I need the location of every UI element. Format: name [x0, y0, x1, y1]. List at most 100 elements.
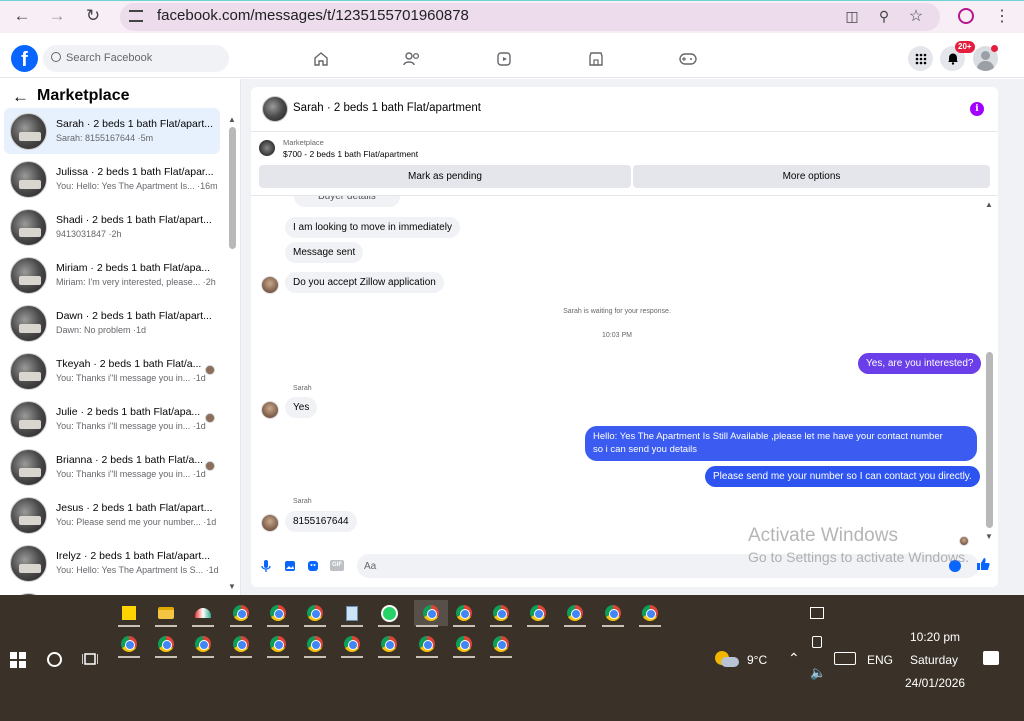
chrome-app-icon[interactable]: [302, 631, 328, 658]
chrome-app-icon[interactable]: [190, 631, 216, 658]
chrome-app-icon[interactable]: [451, 631, 477, 658]
message-bubble-sent: Please send me your number so I can cont…: [705, 466, 980, 487]
back-arrow-icon[interactable]: ←: [12, 87, 29, 107]
url-text[interactable]: facebook.com/messages/t/1235155701960878: [157, 7, 469, 24]
chrome-app-icon[interactable]: [228, 600, 254, 627]
chat-listing-avatar[interactable]: [262, 96, 288, 122]
sender-avatar[interactable]: [261, 276, 279, 294]
file-explorer-icon[interactable]: [153, 600, 179, 627]
conversation-item[interactable]: Jesus · 2 beds 1 bath Flat/apart... You: …: [4, 492, 220, 538]
like-thumb-icon[interactable]: [976, 557, 990, 574]
chrome-app-icon[interactable]: [265, 631, 291, 658]
volume-icon[interactable]: 🔈: [810, 665, 826, 681]
notepad-icon[interactable]: [339, 600, 365, 627]
sticker-icon[interactable]: [307, 560, 319, 575]
message-bubble-sent: Yes, are you interested?: [858, 353, 982, 374]
chrome-app-icon[interactable]: [600, 600, 626, 627]
conversation-item[interactable]: Shadi · 2 beds 1 bath Flat/apart... 94130…: [4, 204, 220, 250]
gif-icon[interactable]: GIF: [330, 560, 344, 571]
forward-icon[interactable]: →: [45, 4, 69, 28]
site-settings-icon[interactable]: [129, 10, 143, 22]
conversation-item[interactable]: Tkeyah · 2 beds 1 bath Flat/a... You: Tha…: [4, 348, 220, 394]
back-icon[interactable]: ←: [10, 4, 34, 28]
listing-avatar: [10, 305, 47, 342]
listing-title[interactable]: $700 - 2 beds 1 bath Flat/apartment: [283, 149, 418, 159]
network-icon[interactable]: [810, 607, 824, 619]
menu-dots-icon[interactable]: ⋮: [990, 4, 1014, 28]
meet-now-icon[interactable]: [812, 636, 822, 648]
chrome-app-icon[interactable]: [637, 600, 663, 627]
chrome-app-icon[interactable]: [451, 600, 477, 627]
chrome-app-icon[interactable]: [339, 631, 365, 658]
clock-time[interactable]: 10:20 pm: [910, 630, 960, 644]
sidebar-scrollbar[interactable]: [229, 127, 236, 249]
notification-center-icon[interactable]: [983, 651, 999, 665]
sticky-notes-icon[interactable]: [116, 600, 142, 627]
conversation-item[interactable]: Julie · 2 beds 1 bath Flat/apa... You: Th…: [4, 396, 220, 442]
profile-icon[interactable]: [954, 4, 978, 28]
chrome-app-icon[interactable]: [116, 631, 142, 658]
clock-day[interactable]: Saturday: [910, 653, 958, 667]
chrome-app-icon[interactable]: [562, 600, 588, 627]
more-options-button[interactable]: More options: [633, 165, 990, 188]
conversation-item[interactable]: Brianna · 2 beds 1 bath Flat/a... You: Th…: [4, 444, 220, 490]
chrome-app-icon[interactable]: [228, 631, 254, 658]
chrome-app-icon[interactable]: [153, 631, 179, 658]
chrome-app-icon[interactable]: [265, 600, 291, 627]
conversation-item[interactable]: Miriam · 2 beds 1 bath Flat/apa... Miriam…: [4, 252, 220, 298]
chrome-app-icon[interactable]: [376, 631, 402, 658]
chat-scroll-up-icon[interactable]: ▲: [985, 200, 993, 209]
conversation-item[interactable]: Dawn · 2 beds 1 bath Flat/apart... Dawn: …: [4, 300, 220, 346]
conversation-item[interactable]: Julissa · 2 beds 1 bath Flat/apar... You:…: [4, 156, 220, 202]
scroll-down-icon[interactable]: ▼: [228, 582, 236, 591]
clock-date[interactable]: 24/01/2026: [905, 676, 965, 690]
conversation-item[interactable]: Sarah · 2 beds 1 bath Flat/apart... Sarah…: [4, 108, 220, 154]
facebook-logo[interactable]: f: [11, 45, 38, 72]
conversation-title: Julissa · 2 beds 1 bath Flat/apar...: [56, 166, 214, 178]
friends-icon[interactable]: [400, 47, 424, 71]
chat-scroll-down-icon[interactable]: ▼: [985, 532, 993, 541]
sender-avatar[interactable]: [261, 514, 279, 532]
photo-icon[interactable]: [284, 560, 296, 575]
chrome-app-icon[interactable]: [414, 631, 440, 658]
install-app-icon[interactable]: ◫: [840, 4, 864, 28]
chrome-app-icon[interactable]: [302, 600, 328, 627]
sender-avatar[interactable]: [261, 401, 279, 419]
conversation-title: Brianna · 2 beds 1 bath Flat/a...: [56, 454, 204, 466]
chat-title[interactable]: Sarah · 2 beds 1 bath Flat/apartment: [293, 102, 481, 114]
search-circle-icon[interactable]: [47, 652, 62, 667]
temperature[interactable]: 9°C: [747, 653, 767, 667]
weather-icon[interactable]: [715, 649, 739, 667]
info-icon[interactable]: i: [970, 102, 984, 116]
apps-menu-icon[interactable]: [908, 46, 933, 71]
chrome-app-icon[interactable]: [488, 631, 514, 658]
notification-badge: 20+: [955, 41, 975, 53]
zoom-icon[interactable]: ⚲: [872, 4, 896, 28]
whatsapp-icon[interactable]: [376, 600, 402, 627]
chat-scrollbar[interactable]: [986, 352, 993, 528]
conversation-title: Tkeyah · 2 beds 1 bath Flat/a...: [56, 358, 202, 370]
windows-start-icon[interactable]: [10, 652, 26, 671]
chrome-app-icon[interactable]: [413, 600, 448, 627]
conversation-title: Dawn · 2 beds 1 bath Flat/apart...: [56, 310, 212, 322]
language-indicator[interactable]: ENG: [867, 653, 893, 667]
home-icon[interactable]: [309, 47, 333, 71]
conversation-item[interactable]: Irelyz · 2 beds 1 bath Flat/apart... You:…: [4, 540, 220, 586]
gaming-icon[interactable]: [676, 47, 700, 71]
microphone-icon[interactable]: [261, 559, 271, 576]
keyboard-icon[interactable]: [834, 652, 856, 665]
snipping-tool-icon[interactable]: [190, 600, 216, 627]
bookmark-star-icon[interactable]: ☆: [904, 4, 928, 28]
video-icon[interactable]: [492, 47, 516, 71]
task-view-icon[interactable]: [81, 651, 99, 670]
chrome-app-icon[interactable]: [488, 600, 514, 627]
conversation-preview: You: Thanks i"ll message you in... ·1d: [56, 373, 206, 383]
listing-avatar: [10, 209, 47, 246]
marketplace-icon[interactable]: [584, 47, 608, 71]
mark-pending-button[interactable]: Mark as pending: [259, 165, 631, 188]
browser-toolbar: ← → ↻ facebook.com/messages/t/1235155701…: [0, 0, 1024, 33]
reload-icon[interactable]: ↻: [81, 4, 105, 28]
scroll-up-icon[interactable]: ▲: [228, 115, 236, 124]
tray-chevron-icon[interactable]: ⌃: [788, 650, 800, 667]
chrome-app-icon[interactable]: [525, 600, 551, 627]
